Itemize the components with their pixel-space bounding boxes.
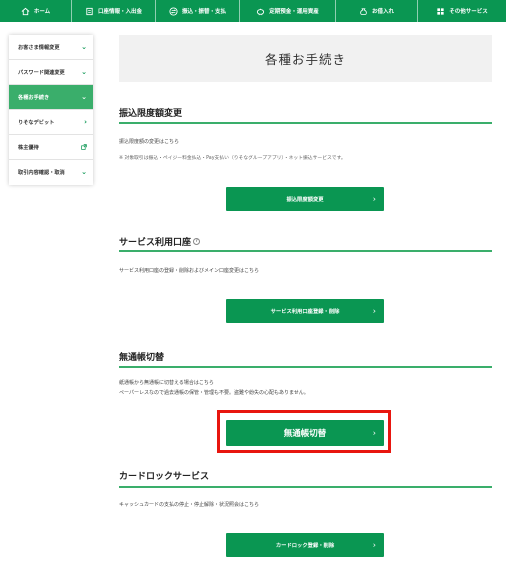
nav-home[interactable]: ホーム [0,0,72,22]
chevron-down-icon: ⌄ [81,168,87,176]
home-icon [21,7,30,15]
chevron-right-icon: › [372,306,376,316]
chevron-down-icon: ⌄ [81,67,87,76]
passbook-description: 紙通帳から無通帳に切替える場合はこちら [119,380,214,386]
section-divider [119,366,492,368]
section-divider [119,486,492,488]
transfer-limit-description: 振込限度額の変更はこちら [119,139,180,145]
nav-deposits[interactable]: 定期預金・運用資産 [240,0,336,22]
service-account-description: サービス利用口座の登録・削除およびメイン口座変更はこちら [119,268,260,274]
transfer-icon [169,6,178,16]
global-nav: ホーム 口座情報・入出金 振込・振替・支払 定期預金・運用資産 お借入れ その他… [0,0,506,22]
transfer-limit-note: ※ 対象取引は振込・ペイジー料金払込・Pay支払い（りそなグループアプリ）・ネッ… [119,156,346,161]
card-lock-button[interactable]: カードロック登録・削除 › [226,533,384,557]
sidebar-item-label: 株主優待 [18,144,39,151]
nav-transfer-label: 振込・振替・支払 [181,9,226,15]
sidebar-item-shareholder[interactable]: 株主優待 [9,135,93,160]
section-title-text: サービス利用口座 [119,238,192,248]
chevron-right-icon: › [372,428,376,438]
section-title-transfer-limit: 振込限度額変更 [119,106,182,119]
sidebar-item-label: 取引内容確認・取消 [18,170,65,176]
sidebar-item-label: りそなデビット [18,119,55,126]
sidebar-item-label: お客さま情報変更 [18,44,60,51]
passbook-switch-button[interactable]: 無通帳切替 › [226,420,384,446]
section-divider [119,250,492,252]
nav-other-services-label: その他サービス [449,9,488,15]
button-label: 振込限度額変更 [286,197,324,203]
passbook-icon [86,7,93,15]
section-title-text: 無通帳切替 [119,353,165,363]
nav-deposits-label: 定期預金・運用資産 [269,9,319,15]
chevron-down-icon: ⌄ [81,42,87,51]
money-bag-icon [360,7,367,15]
section-title-card-lock: カードロックサービス [119,469,209,482]
service-account-button[interactable]: サービス利用口座登録・削除 › [226,299,384,323]
chevron-down-icon: ⌄ [81,92,87,101]
nav-transfer[interactable]: 振込・振替・支払 [156,0,240,22]
grid-icon [437,7,444,15]
chevron-right-icon: › [372,194,376,204]
section-title-passbook-switch: 無通帳切替 [119,350,164,363]
transfer-limit-button[interactable]: 振込限度額変更 › [226,187,384,211]
info-icon[interactable]: ? [193,238,201,245]
sidebar-item-label: 各種お手続き [18,94,50,101]
sidebar-item-debit[interactable]: りそなデビット › [9,110,93,135]
section-title-service-account: サービス利用口座 ? [119,235,201,248]
sidebar-item-label: パスワード関連変更 [18,69,65,76]
card-lock-description: キャッシュカードの支払の停止・停止解除・状況照会はこちら [119,502,260,508]
section-divider [119,122,492,124]
passbook-description-2: ペーパーレスなので過去通帳の保管・管理も不要。盗難や紛失の心配もありません。 [119,390,309,396]
section-title-text: カードロックサービス [119,472,210,482]
chevron-right-icon: › [84,117,87,126]
section-title-text: 振込限度額変更 [119,109,183,119]
page-title: 各種お手続き [119,35,492,82]
nav-account-info[interactable]: 口座情報・入出金 [72,0,156,22]
button-label: サービス利用口座登録・削除 [270,309,340,315]
piggy-bank-icon [257,8,265,15]
button-label: カードロック登録・削除 [275,543,335,549]
nav-loans[interactable]: お借入れ [336,0,418,22]
nav-loans-label: お借入れ [371,9,394,15]
external-link-icon [81,144,87,150]
nav-account-info-label: 口座情報・入出金 [97,9,142,15]
nav-other-services[interactable]: その他サービス [418,0,506,22]
nav-home-label: ホーム [33,9,51,15]
sidebar-menu: お客さま情報変更 ⌄ パスワード関連変更 ⌄ 各種お手続き ⌄ りそなデビット … [9,35,93,185]
sidebar-item-transactions[interactable]: 取引内容確認・取消 ⌄ [9,160,93,185]
chevron-right-icon: › [372,540,376,550]
sidebar-item-procedures[interactable]: 各種お手続き ⌄ [9,85,93,110]
button-label: 無通帳切替 [283,429,327,439]
sidebar-item-customer-info[interactable]: お客さま情報変更 ⌄ [9,35,93,60]
sidebar-item-password[interactable]: パスワード関連変更 ⌄ [9,60,93,85]
